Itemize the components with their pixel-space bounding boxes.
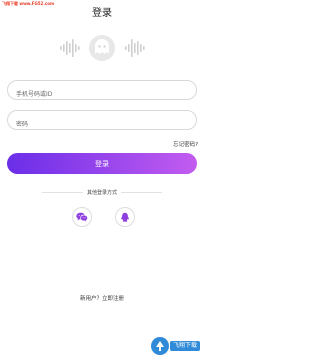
other-login-divider: 其他登录方式 <box>42 188 163 196</box>
other-login-label: 其他登录方式 <box>87 189 118 196</box>
phone-field[interactable] <box>7 80 197 104</box>
password-input[interactable] <box>8 115 196 134</box>
ghost-logo-icon <box>50 34 154 62</box>
page-title: 登录 <box>92 8 112 19</box>
qq-icon <box>121 212 129 222</box>
phone-input[interactable] <box>8 85 196 104</box>
wechat-login-button[interactable] <box>72 207 92 227</box>
forgot-password-link[interactable]: 忘记密码? <box>173 140 198 148</box>
login-button[interactable]: 登录 <box>7 153 197 174</box>
qq-login-button[interactable] <box>115 207 135 227</box>
watermark-badge: 飞翔下载 <box>150 334 202 358</box>
watermark-badge-text: 飞翔下载 <box>172 342 197 349</box>
divider-line-left <box>42 191 83 193</box>
divider-line-right <box>121 191 163 193</box>
wechat-icon <box>76 212 88 222</box>
password-field[interactable] <box>7 110 197 134</box>
register-link[interactable]: 新用户？立即注册 <box>0 294 204 302</box>
